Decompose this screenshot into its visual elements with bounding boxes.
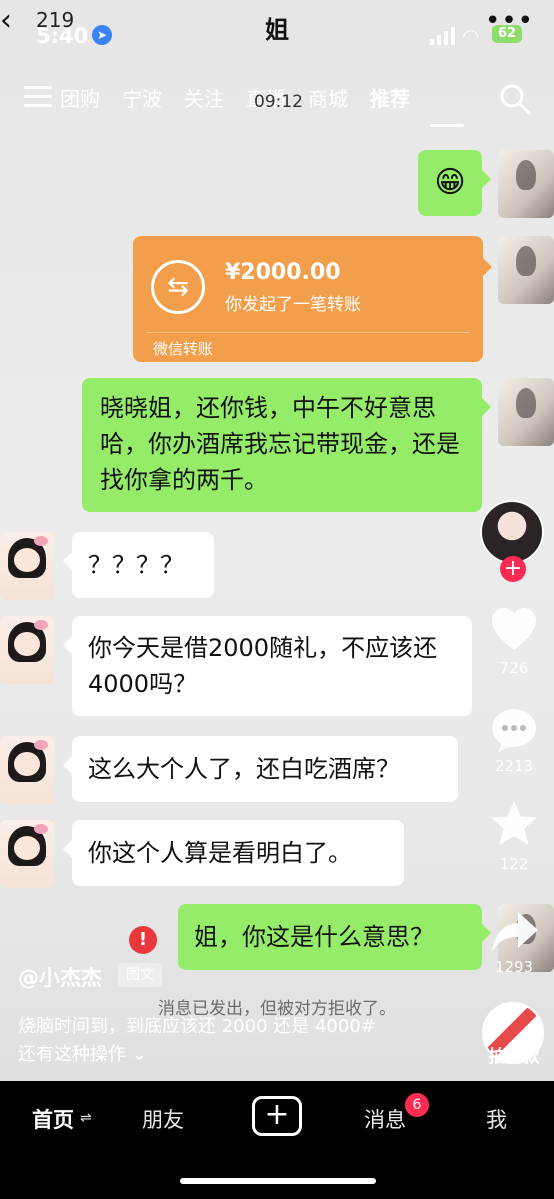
search-icon[interactable] xyxy=(498,82,532,116)
messages-badge: 6 xyxy=(405,1093,429,1117)
active-tab-indicator xyxy=(430,124,464,127)
share-icon[interactable] xyxy=(488,906,540,958)
tab-recommend[interactable]: 推荐 xyxy=(370,84,410,116)
transfer-divider xyxy=(147,332,469,333)
message-bubble-4000: 你今天是借2000随礼，不应该还4000吗？ xyxy=(63,616,472,716)
transfer-footer: 微信转账 xyxy=(153,340,214,358)
expand-caption[interactable]: 还有这种操作 ⌄ xyxy=(18,1040,147,1066)
menu-icon[interactable] xyxy=(24,86,52,110)
comment-icon[interactable] xyxy=(488,704,540,756)
my-avatar[interactable] xyxy=(498,150,554,218)
message-bubble-repay: 晓晓姐，还你钱，中午不好意思哈，你办酒席我忘记带现金，还是找你拿的两千。 xyxy=(82,378,491,512)
tab-local[interactable]: 宁波 xyxy=(122,84,162,116)
tab-group-buy[interactable]: 团购 xyxy=(60,84,100,116)
signal-icon xyxy=(430,27,455,45)
share-count: 1293 xyxy=(494,958,534,976)
transfer-card[interactable]: ⇆ ¥2000.00 你发起了一笔转账 微信转账 xyxy=(133,236,492,362)
my-avatar[interactable] xyxy=(498,236,554,304)
sister-avatar[interactable] xyxy=(0,820,54,888)
comment-count: 2213 xyxy=(494,757,534,775)
nav-messages[interactable]: 消息 xyxy=(364,1104,406,1134)
heart-icon[interactable] xyxy=(488,604,540,656)
message-bubble-meaning: 姐，你这是什么意思？ xyxy=(178,904,491,970)
nav-me[interactable]: 我 xyxy=(486,1104,507,1134)
sister-avatar[interactable] xyxy=(0,532,54,600)
send-failed-icon[interactable]: ! xyxy=(129,926,157,954)
sister-avatar[interactable] xyxy=(0,616,54,684)
top-tabs: 团购 宁波 关注 直播 商城 推荐 xyxy=(60,84,432,116)
star-icon[interactable] xyxy=(488,798,540,850)
message-bubble-question: ？？？？ xyxy=(63,532,214,598)
like-count: 726 xyxy=(499,659,529,677)
creator-avatar[interactable] xyxy=(480,500,544,564)
my-avatar[interactable] xyxy=(498,378,554,446)
tab-following[interactable]: 关注 xyxy=(184,84,224,116)
nav-home[interactable]: 首页 xyxy=(32,1104,74,1134)
author-name[interactable]: @小杰杰 xyxy=(18,962,102,992)
follow-plus-icon[interactable]: + xyxy=(500,556,526,582)
nav-friends[interactable]: 朋友 xyxy=(142,1104,184,1134)
transfer-description: 你发起了一笔转账 xyxy=(225,295,361,315)
transfer-arrows-icon: ⇆ xyxy=(151,260,205,314)
transfer-amount: ¥2000.00 xyxy=(225,260,341,285)
remix-label[interactable]: 拍同款 xyxy=(476,1042,552,1067)
tab-mall[interactable]: 商城 xyxy=(308,84,348,116)
message-bubble-emoji: 😁 xyxy=(418,150,491,216)
message-bubble-banquet: 这么大个人了，还白吃酒席？ xyxy=(63,736,458,802)
home-indicator xyxy=(180,1178,376,1184)
wifi-icon: ◠ xyxy=(462,24,480,48)
post-type-badge: 图文 xyxy=(118,963,162,987)
favorite-count: 122 xyxy=(499,855,529,873)
post-description: 烧脑时间到，到底应该还 2000 还是 4000# xyxy=(18,1016,376,1037)
chat-timestamp: 09:12 xyxy=(254,92,303,112)
create-plus-button[interactable]: + xyxy=(252,1096,302,1136)
battery-indicator: 62 xyxy=(492,25,522,43)
sister-avatar[interactable] xyxy=(0,736,54,804)
message-bubble-understood: 你这个人算是看明白了。 xyxy=(63,820,404,886)
swap-icon[interactable]: ⇌ xyxy=(80,1110,92,1126)
